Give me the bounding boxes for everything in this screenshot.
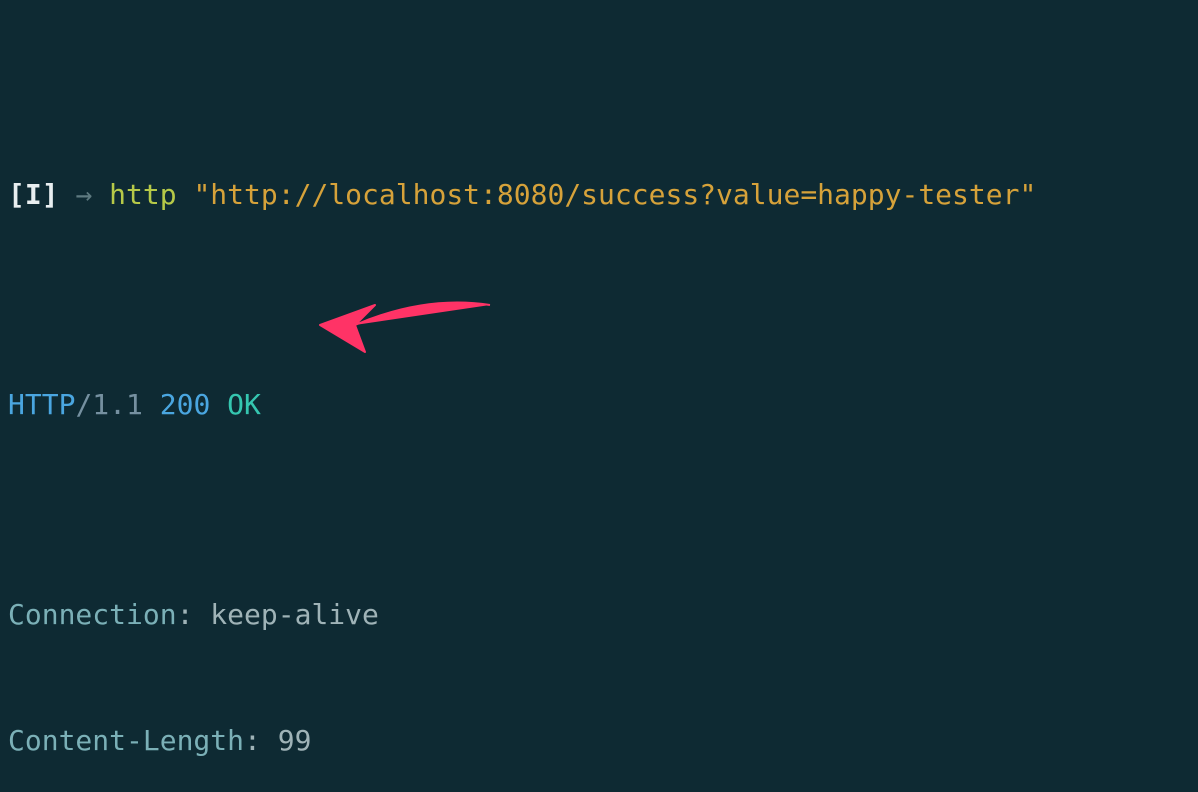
header-name: Connection [8,598,177,631]
header-value: 99 [278,724,312,757]
command-line: [I] → http "http://localhost:8080/succes… [8,174,1190,216]
status-line: HTTP/1.1 200 OK [8,384,1190,426]
command-url: "http://localhost:8080/success?value=hap… [193,178,1036,211]
header-value: keep-alive [210,598,379,631]
command-name: http [109,178,176,211]
annotation-arrow-icon [305,290,495,360]
prompt-mode: [I] [8,178,59,211]
status-version: /1.1 [75,388,142,421]
prompt-arrow-icon: → [75,178,92,211]
header-name: Content-Length [8,724,244,757]
terminal-output: [I] → http "http://localhost:8080/succes… [0,0,1198,792]
status-text: OK [227,388,261,421]
header-line: Connection: keep-alive [8,594,1190,636]
status-protocol: HTTP [8,388,75,421]
status-code: 200 [160,388,211,421]
header-line: Content-Length: 99 [8,720,1190,762]
